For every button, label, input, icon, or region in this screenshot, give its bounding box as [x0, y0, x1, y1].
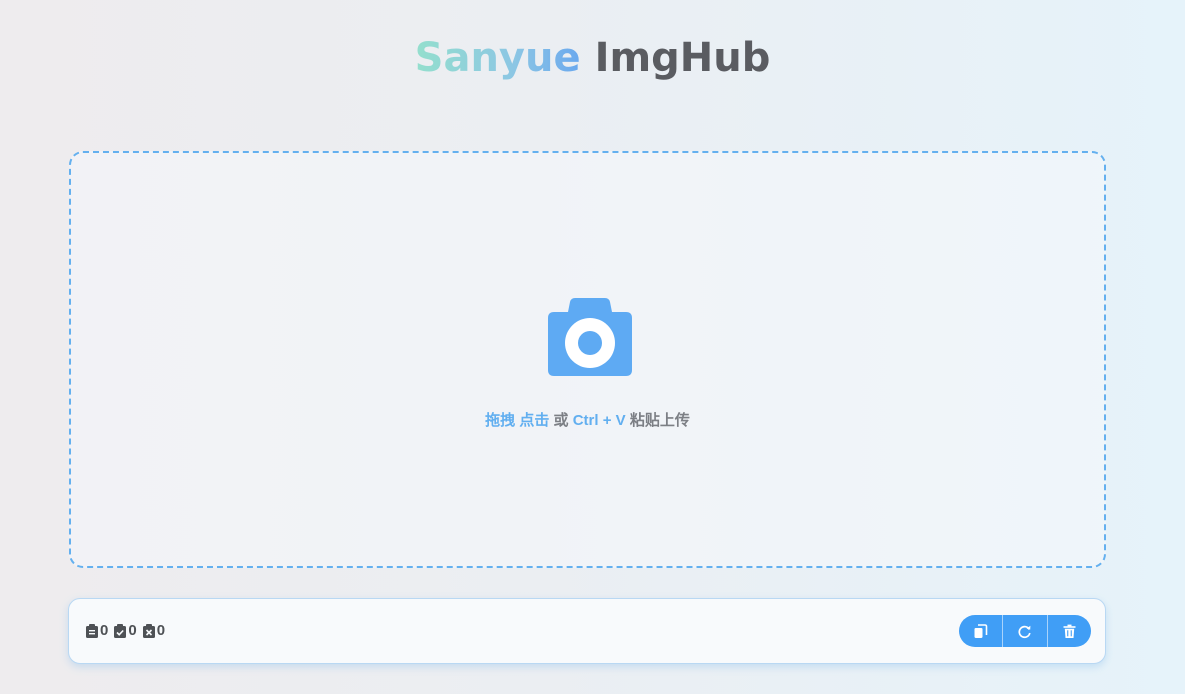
- hint-click[interactable]: 点击: [519, 412, 549, 429]
- action-button-group: [959, 615, 1091, 647]
- clipboard-x-icon: [142, 623, 155, 638]
- upload-status-bar: 0 0 0: [68, 598, 1106, 664]
- brand-name: Sanyue: [414, 35, 581, 81]
- refresh-button[interactable]: [1002, 615, 1046, 647]
- app-name: ImgHub: [594, 35, 771, 81]
- upload-hint: 拖拽 点击 或 Ctrl + V 粘贴上传: [71, 409, 1104, 430]
- hint-paste-upload: 粘贴上传: [629, 412, 690, 429]
- refresh-icon: [1018, 625, 1032, 638]
- upload-dropzone[interactable]: 拖拽 点击 或 Ctrl + V 粘贴上传: [69, 151, 1106, 568]
- copy-links-button[interactable]: [959, 615, 1002, 647]
- upload-stats: 0 0 0: [86, 622, 171, 639]
- stat-failed-value: 0: [156, 622, 166, 639]
- trash-icon: [1063, 624, 1076, 638]
- page-title: Sanyue ImgHub: [0, 30, 1185, 86]
- clipboard-check-icon: [114, 623, 127, 638]
- camera-icon: [548, 298, 632, 376]
- copy-icon: [974, 623, 988, 638]
- clear-button[interactable]: [1046, 615, 1091, 647]
- clipboard-list-icon: [86, 623, 98, 638]
- stat-success: 0: [114, 622, 137, 639]
- stat-total-value: 0: [100, 622, 109, 639]
- hint-shortcut: Ctrl + V: [572, 412, 626, 429]
- hint-or: 或: [553, 412, 569, 429]
- hint-drag: 拖拽: [485, 412, 516, 429]
- stat-failed: 0: [142, 622, 166, 639]
- stat-success-value: 0: [128, 622, 137, 639]
- stat-total: 0: [86, 622, 108, 639]
